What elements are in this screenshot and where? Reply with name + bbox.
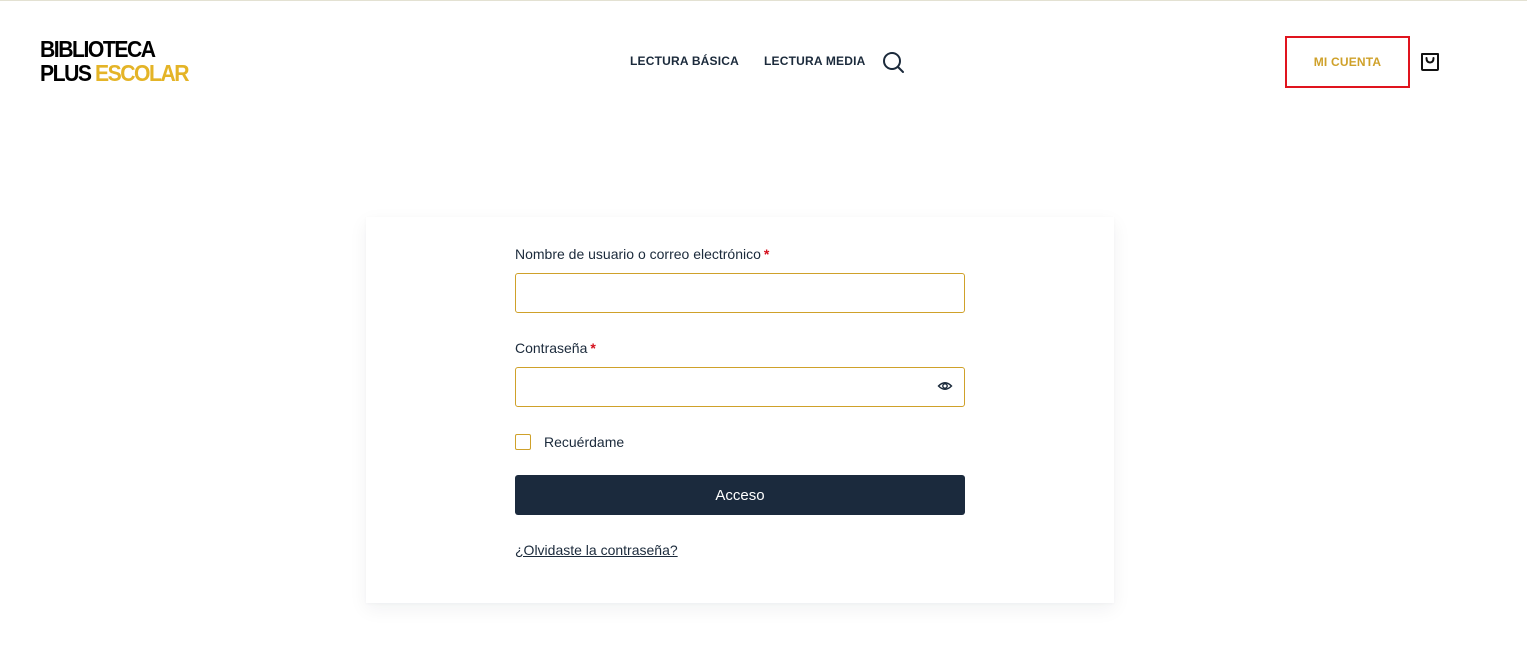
logo-line-1: BIBLIOTECA — [40, 36, 156, 62]
forgot-password-link[interactable]: ¿Olvidaste la contraseña? — [515, 542, 678, 558]
remember-me-checkbox[interactable] — [515, 434, 531, 450]
nav-link-lectura-basica[interactable]: LECTURA BÁSICA — [630, 54, 739, 68]
main-nav: LECTURA BÁSICA LECTURA MEDIA — [630, 54, 866, 68]
password-input[interactable] — [515, 367, 965, 407]
eye-icon[interactable] — [937, 378, 953, 394]
password-label-text: Contraseña — [515, 340, 588, 356]
nav-link-lectura-media[interactable]: LECTURA MEDIA — [764, 54, 865, 68]
username-input[interactable] — [515, 273, 965, 313]
remember-me-option[interactable]: Recuérdame — [515, 434, 624, 450]
username-label: Nombre de usuario o correo electrónico * — [515, 246, 769, 262]
login-card: Nombre de usuario o correo electrónico * … — [366, 217, 1114, 603]
my-account-button[interactable]: MI CUENTA — [1285, 36, 1410, 88]
remember-me-label: Recuérdame — [544, 434, 625, 450]
search-icon[interactable] — [881, 50, 905, 74]
password-label: Contraseña * — [515, 340, 596, 356]
logo-line-2: PLUS ESCOLAR — [40, 60, 190, 86]
login-submit-button[interactable]: Acceso — [515, 475, 965, 515]
shopping-bag-icon[interactable] — [1419, 50, 1441, 72]
logo-word-plus: PLUS — [40, 60, 92, 86]
required-marker: * — [763, 246, 770, 262]
site-logo[interactable]: BIBLIOTECA PLUS ESCOLAR — [40, 36, 190, 86]
logo-word-escolar: ESCOLAR — [94, 60, 190, 86]
required-marker: * — [590, 340, 596, 356]
username-label-text: Nombre de usuario o correo electrónico — [515, 246, 761, 262]
